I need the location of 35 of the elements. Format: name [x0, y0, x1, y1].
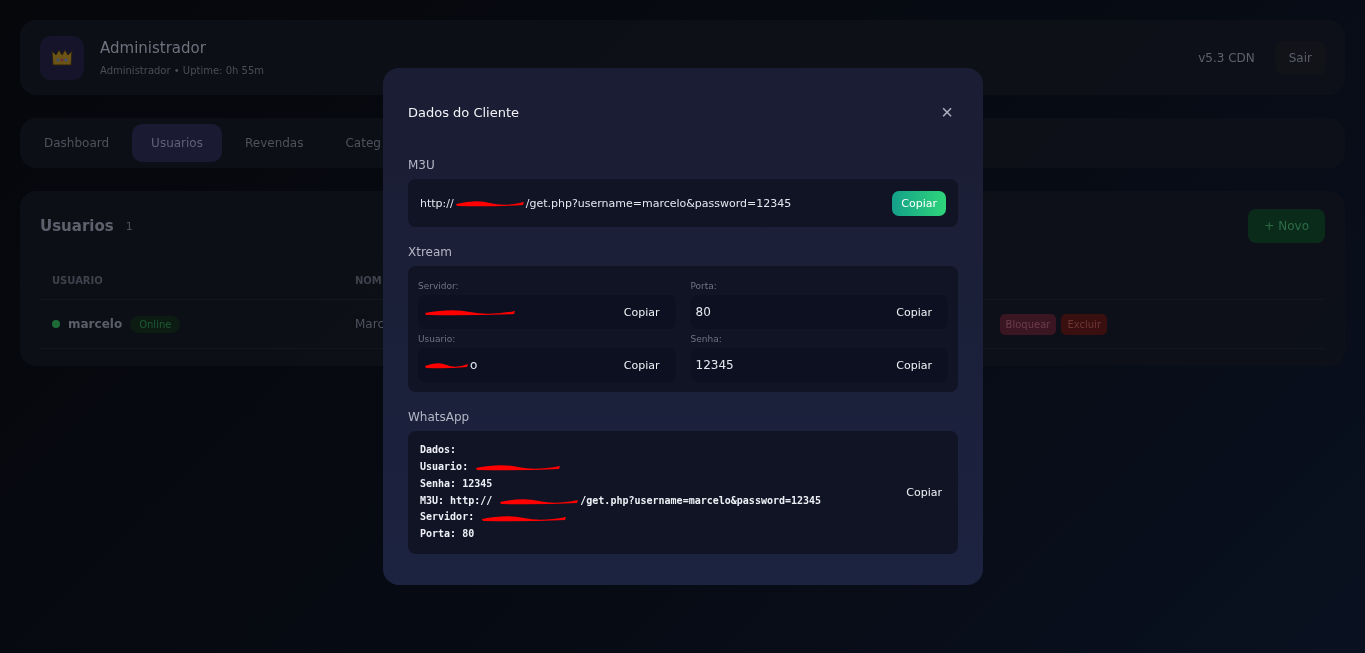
table-cell: Marc [355, 317, 384, 331]
message-line: Dados: [420, 443, 457, 458]
username: marcelo [68, 317, 123, 331]
message-line: Usuario: [420, 460, 470, 475]
message-line: M3U: http:// [420, 493, 494, 508]
user-subtitle: Administrador • Uptime: 0h 55m [100, 65, 264, 76]
input-field[interactable]: Copiar [418, 295, 676, 329]
url-text: /get.php?username=marcelo&password=12345 [525, 196, 792, 210]
crown-icon [51, 48, 73, 67]
section-label: M3U [408, 158, 436, 172]
field-label: Servidor: [418, 281, 460, 291]
field-label: Usuario: [418, 334, 457, 344]
copy-button[interactable]: Copiar [892, 354, 936, 376]
input-field[interactable]: 12345 Copiar [690, 348, 948, 382]
section-label: Xtream [408, 245, 454, 259]
input-field[interactable]: o Copiar [418, 348, 676, 382]
panel-title: Usuarios [40, 217, 114, 235]
message-line: /get.php?username=marcelo&password=12345 [580, 493, 822, 508]
section-label: WhatsApp [408, 410, 471, 424]
status-badge: Online [130, 315, 181, 333]
copy-button[interactable]: Copiar [892, 301, 936, 323]
input-field[interactable]: 80 Copiar [690, 295, 948, 329]
user-title: Administrador [100, 39, 207, 57]
field-label: Porta: [690, 281, 718, 291]
message-line: Servidor: [420, 510, 476, 525]
field-label: Senha: [690, 334, 723, 344]
version-label: v5.3 CDN [1198, 50, 1255, 65]
copy-button[interactable]: Copiar [902, 482, 946, 503]
url-text: http:// [420, 196, 454, 210]
message-line: Senha: 12345 [420, 476, 493, 491]
modal-title: Dados do Cliente [408, 104, 520, 120]
user-count: 1 [125, 219, 133, 233]
copy-button[interactable]: Copiar [619, 301, 664, 323]
message-line: Porta: 80 [420, 526, 475, 541]
copy-button[interactable]: Copiar [619, 354, 664, 376]
